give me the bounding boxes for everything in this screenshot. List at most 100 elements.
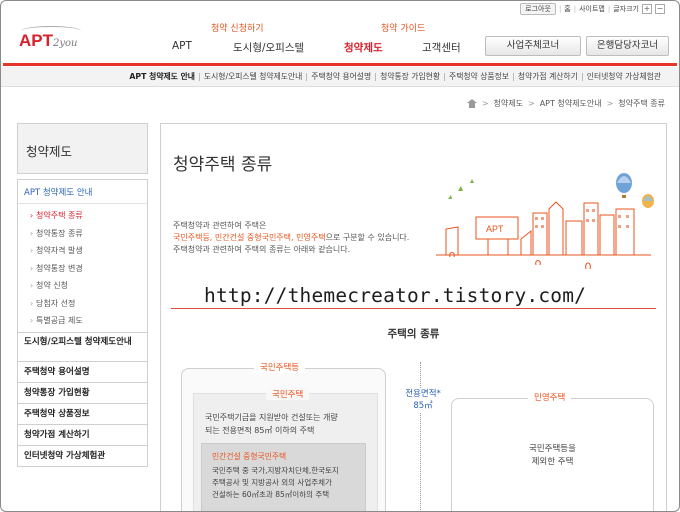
description-line: 건설하는 60㎡초과 85㎡이하의 주택 [212, 490, 330, 499]
utility-bar: 로그아웃 | 홈 | 사이트맵 | 글자크기 + − [520, 3, 665, 15]
sidebar-item-product-info[interactable]: 주택청약 상품정보 [18, 402, 147, 424]
sidebar-subitem-special-supply[interactable]: › 특별공급 제도 [18, 312, 147, 330]
subnav-glossary[interactable]: 주택청약 용어설명 [307, 71, 375, 82]
chevron-right-icon: > [481, 99, 489, 108]
home-link[interactable]: 홈 [564, 4, 570, 14]
sidebar-subitem-label: 청약자격 발생 [36, 246, 83, 255]
site-logo[interactable]: APT2you [19, 26, 81, 51]
intro-text-rest: 으로 구분할 수 있습니다. [325, 233, 410, 242]
bank-corner-button[interactable]: 은행담당자코너 [586, 36, 669, 56]
nav-caption-guide: 청약 가이드 [381, 24, 426, 34]
hot-air-balloon-icon [642, 194, 654, 208]
divider: | [558, 5, 562, 13]
box-description: 국민주택기금을 지원받아 건설또는 개량 되는 전용면적 85㎡ 이하의 주택 [205, 411, 338, 437]
sitemap-link[interactable]: 사이트맵 [579, 4, 605, 14]
dotted-divider [420, 362, 421, 511]
nav-apt[interactable]: APT [172, 40, 192, 52]
section-title: 주택의 종류 [387, 328, 440, 340]
sidebar-item-account-status[interactable]: 청약통장 가입현황 [18, 381, 147, 403]
logo-sub-text: 2you [53, 38, 78, 49]
divider: | [607, 5, 611, 13]
sidebar-subitem-eligibility[interactable]: › 청약자격 발생 [18, 242, 147, 260]
sidebar-subitem-label: 청약주택 종류 [36, 211, 83, 220]
sidebar-subitem-account-types[interactable]: › 청약통장 종류 [18, 225, 147, 243]
description-line: 국민주택기금을 지원받아 건설또는 개량 [205, 413, 338, 422]
sidebar-item-virtual-experience[interactable]: 인터넷청약 가상체험관 [18, 444, 147, 466]
sidebar-submenu: › 청약주택 종류 › 청약통장 종류 › 청약자격 발생 › 청약통장 변경 › 청약 … [18, 204, 147, 332]
private-housing-box: 민영주택 국민주택등을 제외한 주택 [451, 391, 654, 511]
font-decrease-button[interactable]: − [655, 4, 665, 14]
area-label-line: 85㎡ [413, 401, 433, 411]
box-tag: 국민주택 [266, 388, 310, 400]
sidebar-subitem-account-change[interactable]: › 청약통장 변경 [18, 260, 147, 278]
font-increase-button[interactable]: + [642, 4, 652, 14]
subnav-account-status[interactable]: 청약통장 가입현황 [376, 71, 444, 82]
box-tag: 민간건설 중형국민주택 [212, 452, 287, 461]
sign-label: APT [486, 224, 504, 234]
private-mid-size-box: 민간건설 중형국민주택 국민주택 중 국가,지방자치단체,한국토지 주택공사 및… [201, 443, 366, 511]
subnav-score-calculator[interactable]: 청약가점 계산하기 [514, 71, 582, 82]
sidebar-item-urban-guide[interactable]: 도시형/오피스텔 청약제도안내 [18, 331, 147, 361]
sidebar-subitem-label: 청약통장 변경 [36, 263, 83, 273]
main-content: 청약주택 종류 APT 주택청약과 관련하여 주택은 국민주택등, 민간건설 중… [160, 123, 667, 511]
description-line: 국민주택등을 [529, 444, 576, 454]
sidebar-item-apt-guide[interactable]: APT 청약제도 안내 [18, 180, 147, 204]
sidebar-subitem-winner-selection[interactable]: › 당첨자 선정 [18, 295, 147, 313]
description-line: 국민주택 중 국가,지방자치단체,한국토지 [212, 466, 339, 475]
group-tag: 국민주택등 [254, 361, 306, 373]
sub-navigation: APT 청약제도 안내 도시형/오피스텔 청약제도안내 주택청약 용어설명 청약… [1, 67, 679, 87]
apartment-illustration: APT [436, 173, 654, 270]
subnav-product-info[interactable]: 주택청약 상품정보 [445, 71, 513, 82]
breadcrumb-item[interactable]: 청약제도 [494, 98, 523, 109]
intro-line: 주택청약과 관련하여 주택은 [173, 221, 267, 230]
page-frame: 로그아웃 | 홈 | 사이트맵 | 글자크기 + − APT2you 청약 신청… [0, 0, 680, 512]
subnav-urban-guide[interactable]: 도시형/오피스텔 청약제도안내 [200, 71, 306, 82]
intro-line: 주택청약과 관련하여 주택의 종류는 아래와 같습니다. [173, 245, 351, 254]
nav-subscription-system[interactable]: 청약제도 [344, 40, 383, 55]
sidebar-subitem-housing-types[interactable]: › 청약주택 종류 [18, 207, 147, 225]
national-housing-group: 국민주택등 국민주택 국민주택기금을 지원받아 건설또는 개량 되는 전용면적 … [181, 361, 386, 511]
font-size-label: 글자크기 [613, 5, 639, 13]
intro-line: 국민주택등, 민간건설 중형국민주택, 민영주택으로 구분할 수 있습니다. [173, 232, 409, 244]
nav-urban-officetel[interactable]: 도시형/오피스텔 [233, 40, 304, 55]
description-line: 제외한 주택 [531, 457, 574, 467]
sidebar-subitem-label: 당첨자 선정 [36, 298, 76, 308]
nav-customer-center[interactable]: 고객센터 [422, 40, 461, 55]
description-line: 되는 전용면적 85㎡ 이하의 주택 [205, 426, 315, 435]
area-label: 전용면적* 85㎡ [393, 388, 453, 412]
box-description: 국민주택등을 제외한 주택 [452, 443, 653, 469]
sidebar-subitem-label: 청약통장 종류 [36, 228, 83, 238]
sidebar-title: 청약제도 [17, 123, 148, 174]
area-label-line: 전용면적* [405, 389, 441, 399]
logo-swoosh [21, 26, 81, 36]
home-icon[interactable] [466, 99, 477, 108]
intro-text: 주택청약과 관련하여 주택은 국민주택등, 민간건설 중형국민주택, 민영주택으… [173, 220, 409, 256]
box-description: 국민주택 중 국가,지방자치단체,한국토지 주택공사 및 지방공사 외의 사업주… [212, 465, 339, 501]
nav-caption-apply: 청약 신청하기 [211, 24, 264, 34]
intro-highlight: 국민주택등, 민간건설 중형국민주택, 민영주택 [173, 233, 326, 242]
nav-accent-line [3, 63, 677, 66]
breadcrumb-item[interactable]: APT 청약제도안내 [540, 98, 602, 109]
section-divider [171, 308, 656, 309]
description-line: 주택공사 및 지방공사 외의 사업주체가 [212, 478, 332, 487]
sidebar-subitem-label: 청약 신청 [36, 281, 68, 290]
breadcrumb-current: 청약주택 종류 [618, 99, 665, 108]
subnav-virtual-experience[interactable]: 인터넷청약 가상체험관 [583, 71, 665, 82]
business-corner-button[interactable]: 사업주체코너 [485, 36, 581, 56]
box-tag: 민영주택 [528, 391, 572, 403]
logout-button[interactable]: 로그아웃 [520, 3, 556, 15]
sidebar-subitem-application[interactable]: › 청약 신청 [18, 277, 147, 295]
divider: | [573, 5, 577, 13]
breadcrumb: > 청약제도 > APT 청약제도안내 > 청약주택 종류 [466, 98, 665, 109]
subnav-apt-guide[interactable]: APT 청약제도 안내 [125, 71, 199, 82]
page-title: 청약주택 종류 [173, 155, 273, 175]
sidebar-item-score-calculator[interactable]: 청약가점 계산하기 [18, 423, 147, 445]
chevron-right-icon: > [606, 99, 614, 108]
sidebar-item-glossary[interactable]: 주택청약 용어설명 [18, 360, 147, 382]
leaf-icon [448, 179, 474, 199]
chevron-right-icon: > [528, 99, 535, 108]
sidebar-menu: APT 청약제도 안내 › 청약주택 종류 › 청약통장 종류 › 청약자격 발생 ›… [17, 179, 148, 467]
hot-air-balloon-icon [616, 173, 632, 198]
watermark-url: http://themecreator.tistory.com/ [204, 284, 587, 307]
national-housing-box: 국민주택 국민주택기금을 지원받아 건설또는 개량 되는 전용면적 85㎡ 이하… [193, 388, 378, 511]
